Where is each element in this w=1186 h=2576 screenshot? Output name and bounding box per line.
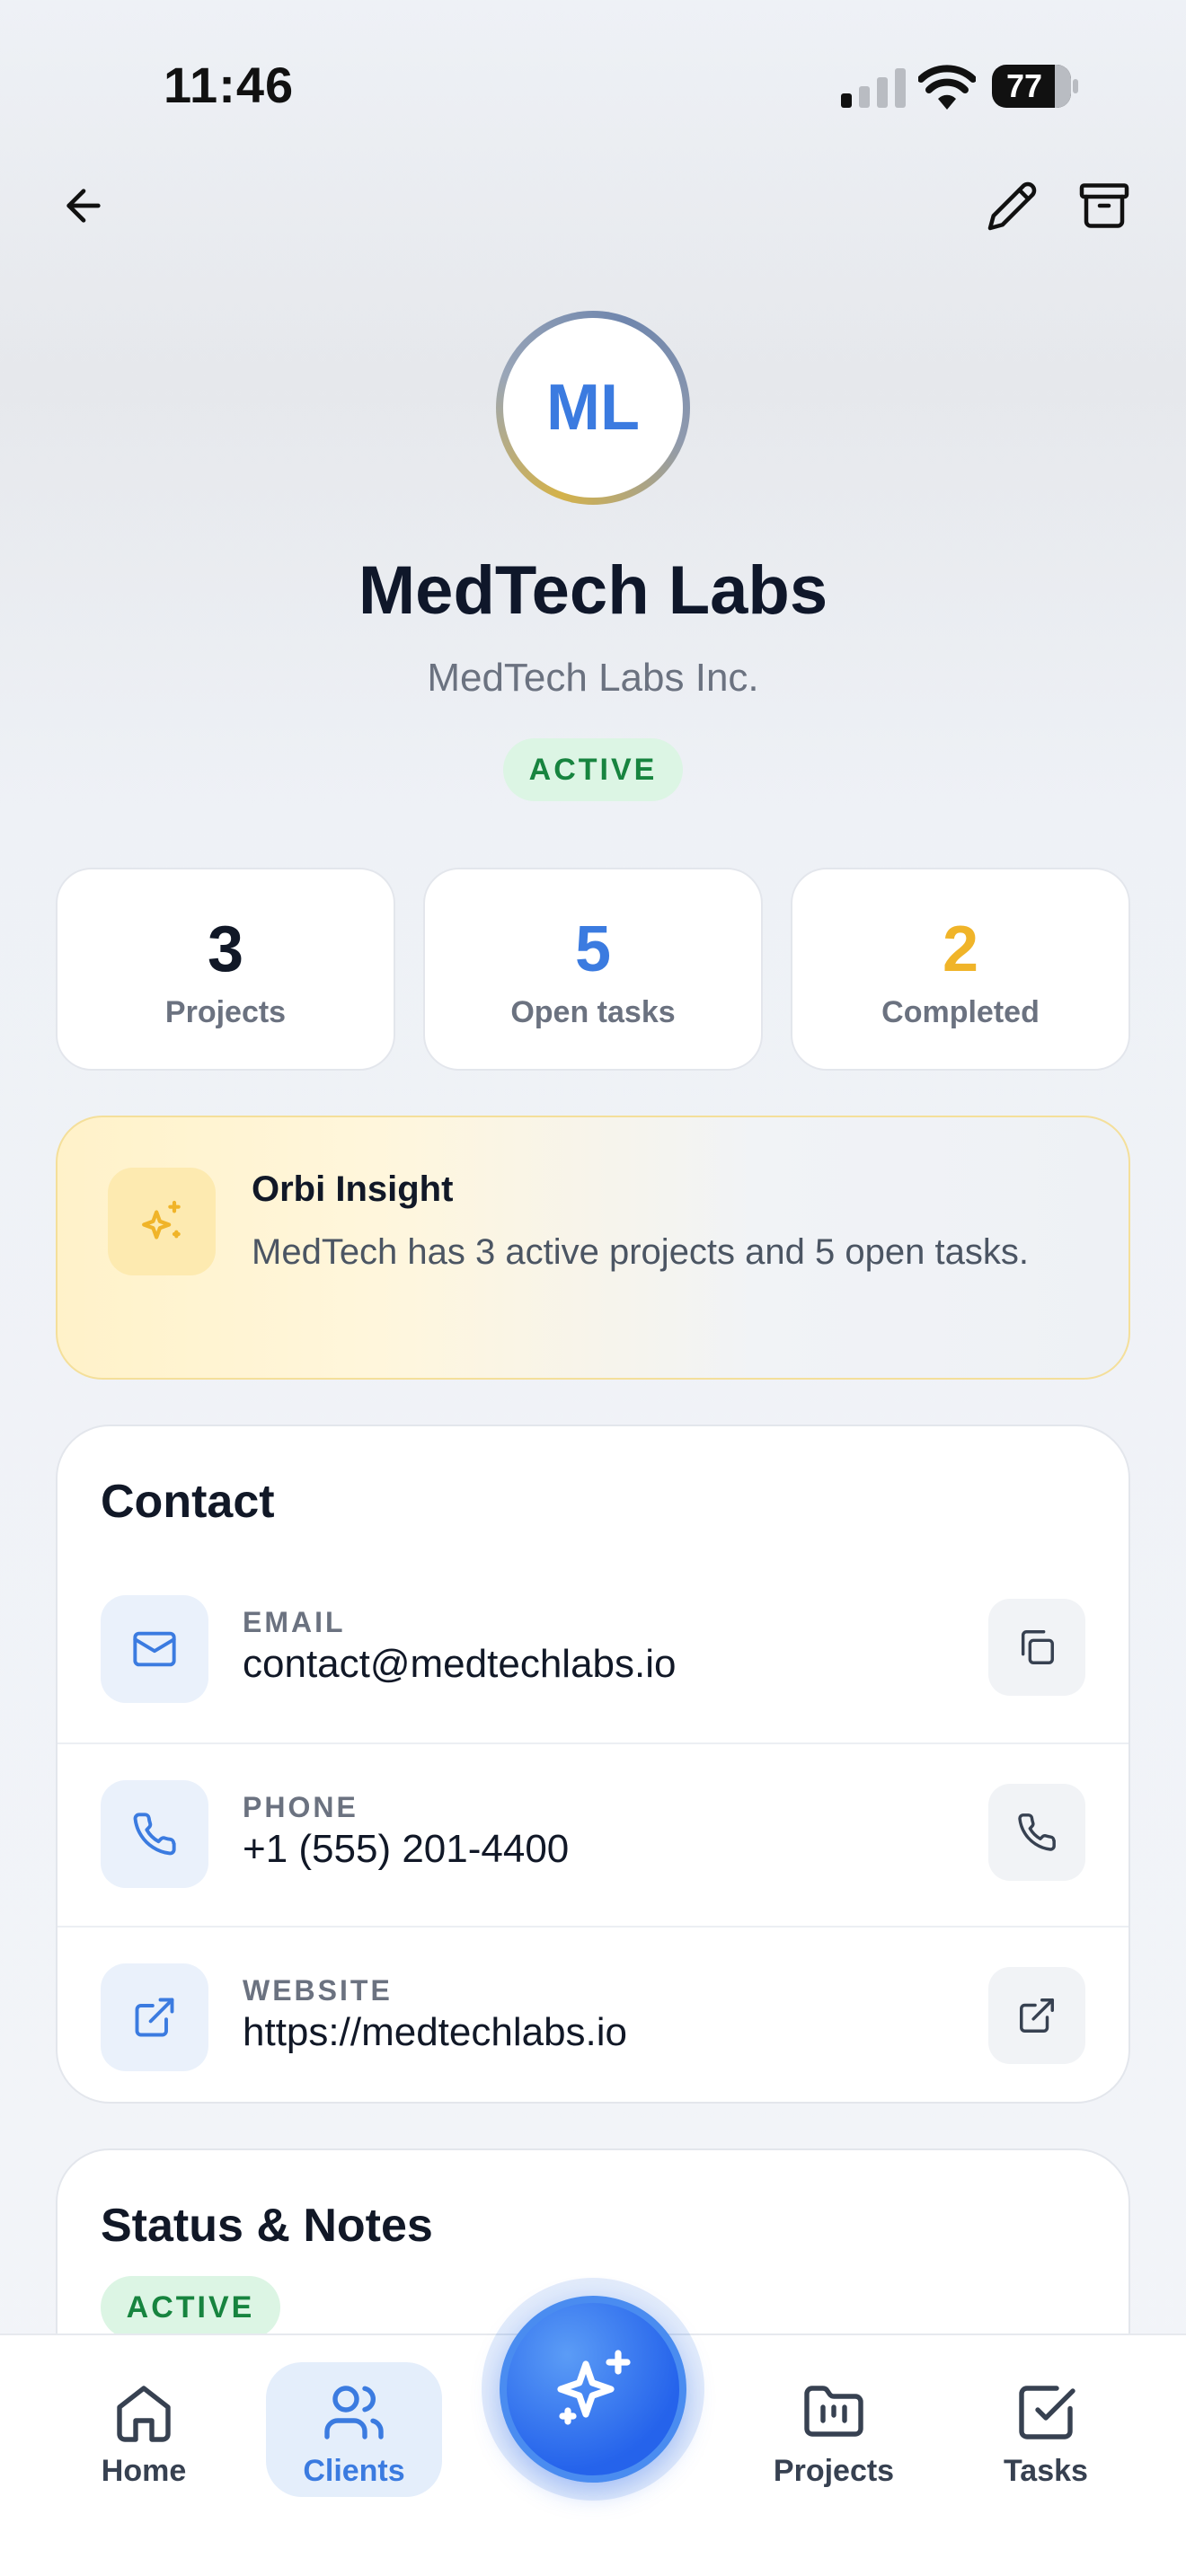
tab-tasks[interactable]: Tasks — [965, 2362, 1127, 2497]
status-time: 11:46 — [164, 57, 295, 113]
pencil-icon — [987, 181, 1037, 231]
cellular-signal-icon — [841, 68, 906, 108]
contact-value: contact@medtechlabs.io — [243, 1642, 677, 1686]
tab-projects[interactable]: Projects — [753, 2362, 915, 2497]
external-link-icon — [101, 1963, 208, 2071]
phone-icon — [1018, 1813, 1056, 1851]
stat-projects[interactable]: 3 Projects — [56, 868, 395, 1071]
insight-card[interactable]: Orbi Insight MedTech has 3 active projec… — [56, 1116, 1130, 1380]
tab-label: Projects — [773, 2454, 895, 2488]
notes-title: Status & Notes — [101, 2200, 433, 2252]
stat-completed[interactable]: 2 Completed — [791, 868, 1130, 1071]
copy-email-button[interactable] — [988, 1599, 1085, 1696]
tab-clients[interactable]: Clients — [266, 2362, 442, 2497]
mail-icon — [101, 1595, 208, 1703]
insight-text: MedTech has 3 active projects and 5 open… — [252, 1232, 1029, 1272]
battery-icon: 77 — [992, 65, 1078, 108]
contact-row-email[interactable]: EMAIL contact@medtechlabs.io — [58, 1559, 1128, 1742]
call-phone-button[interactable] — [988, 1784, 1085, 1881]
contact-title: Contact — [101, 1476, 275, 1528]
archive-icon — [1079, 183, 1129, 228]
sparkles-icon — [557, 2350, 631, 2425]
tab-label: Tasks — [1004, 2454, 1088, 2488]
status-badge: ACTIVE — [503, 738, 683, 801]
home-icon — [117, 2386, 171, 2442]
stat-value: 5 — [574, 913, 612, 985]
stat-value: 2 — [942, 913, 979, 985]
contact-label: PHONE — [243, 1791, 358, 1823]
stat-open-tasks[interactable]: 5 Open tasks — [423, 868, 763, 1071]
checkbox-icon — [1019, 2386, 1075, 2439]
contact-value: https://medtechlabs.io — [243, 2010, 628, 2054]
open-website-button[interactable] — [988, 1967, 1085, 2064]
copy-icon — [1021, 1630, 1054, 1664]
folder-icon — [804, 2386, 863, 2437]
edit-button[interactable] — [972, 165, 1053, 246]
users-icon — [324, 2386, 384, 2439]
ai-assistant-button[interactable] — [500, 2296, 686, 2483]
arrow-left-icon — [66, 189, 101, 223]
sparkles-icon — [108, 1168, 216, 1275]
avatar: ML — [503, 318, 683, 498]
battery-level: 77 — [1005, 67, 1043, 104]
contact-row-website[interactable]: WEBSITE https://medtechlabs.io — [58, 1926, 1128, 2109]
external-link-icon — [1020, 1998, 1054, 2033]
insight-title: Orbi Insight — [252, 1169, 454, 1209]
stat-value: 3 — [207, 913, 244, 985]
contact-label: WEBSITE — [243, 1974, 393, 2007]
stat-label: Open tasks — [510, 995, 676, 1029]
notes-status-badge[interactable]: ACTIVE — [101, 2276, 280, 2339]
stat-label: Projects — [164, 995, 287, 1029]
tab-label: Home — [101, 2454, 187, 2488]
tab-home[interactable]: Home — [63, 2362, 225, 2497]
archive-button[interactable] — [1064, 165, 1145, 246]
wifi-icon — [918, 65, 976, 110]
contact-label: EMAIL — [243, 1606, 346, 1638]
contact-value: +1 (555) 201-4400 — [243, 1827, 570, 1871]
back-button[interactable] — [43, 165, 124, 246]
phone-icon — [101, 1780, 208, 1888]
status-bar: 11:46 77 — [0, 0, 1186, 171]
client-name: MedTech Labs — [358, 552, 828, 629]
client-legal-name: MedTech Labs Inc. — [427, 656, 759, 700]
contact-card: Contact EMAIL contact@medtechlabs.io PHO… — [56, 1425, 1130, 2104]
stat-label: Completed — [881, 995, 1040, 1029]
contact-row-phone[interactable]: PHONE +1 (555) 201-4400 — [58, 1742, 1128, 1926]
tab-label: Clients — [303, 2454, 405, 2488]
